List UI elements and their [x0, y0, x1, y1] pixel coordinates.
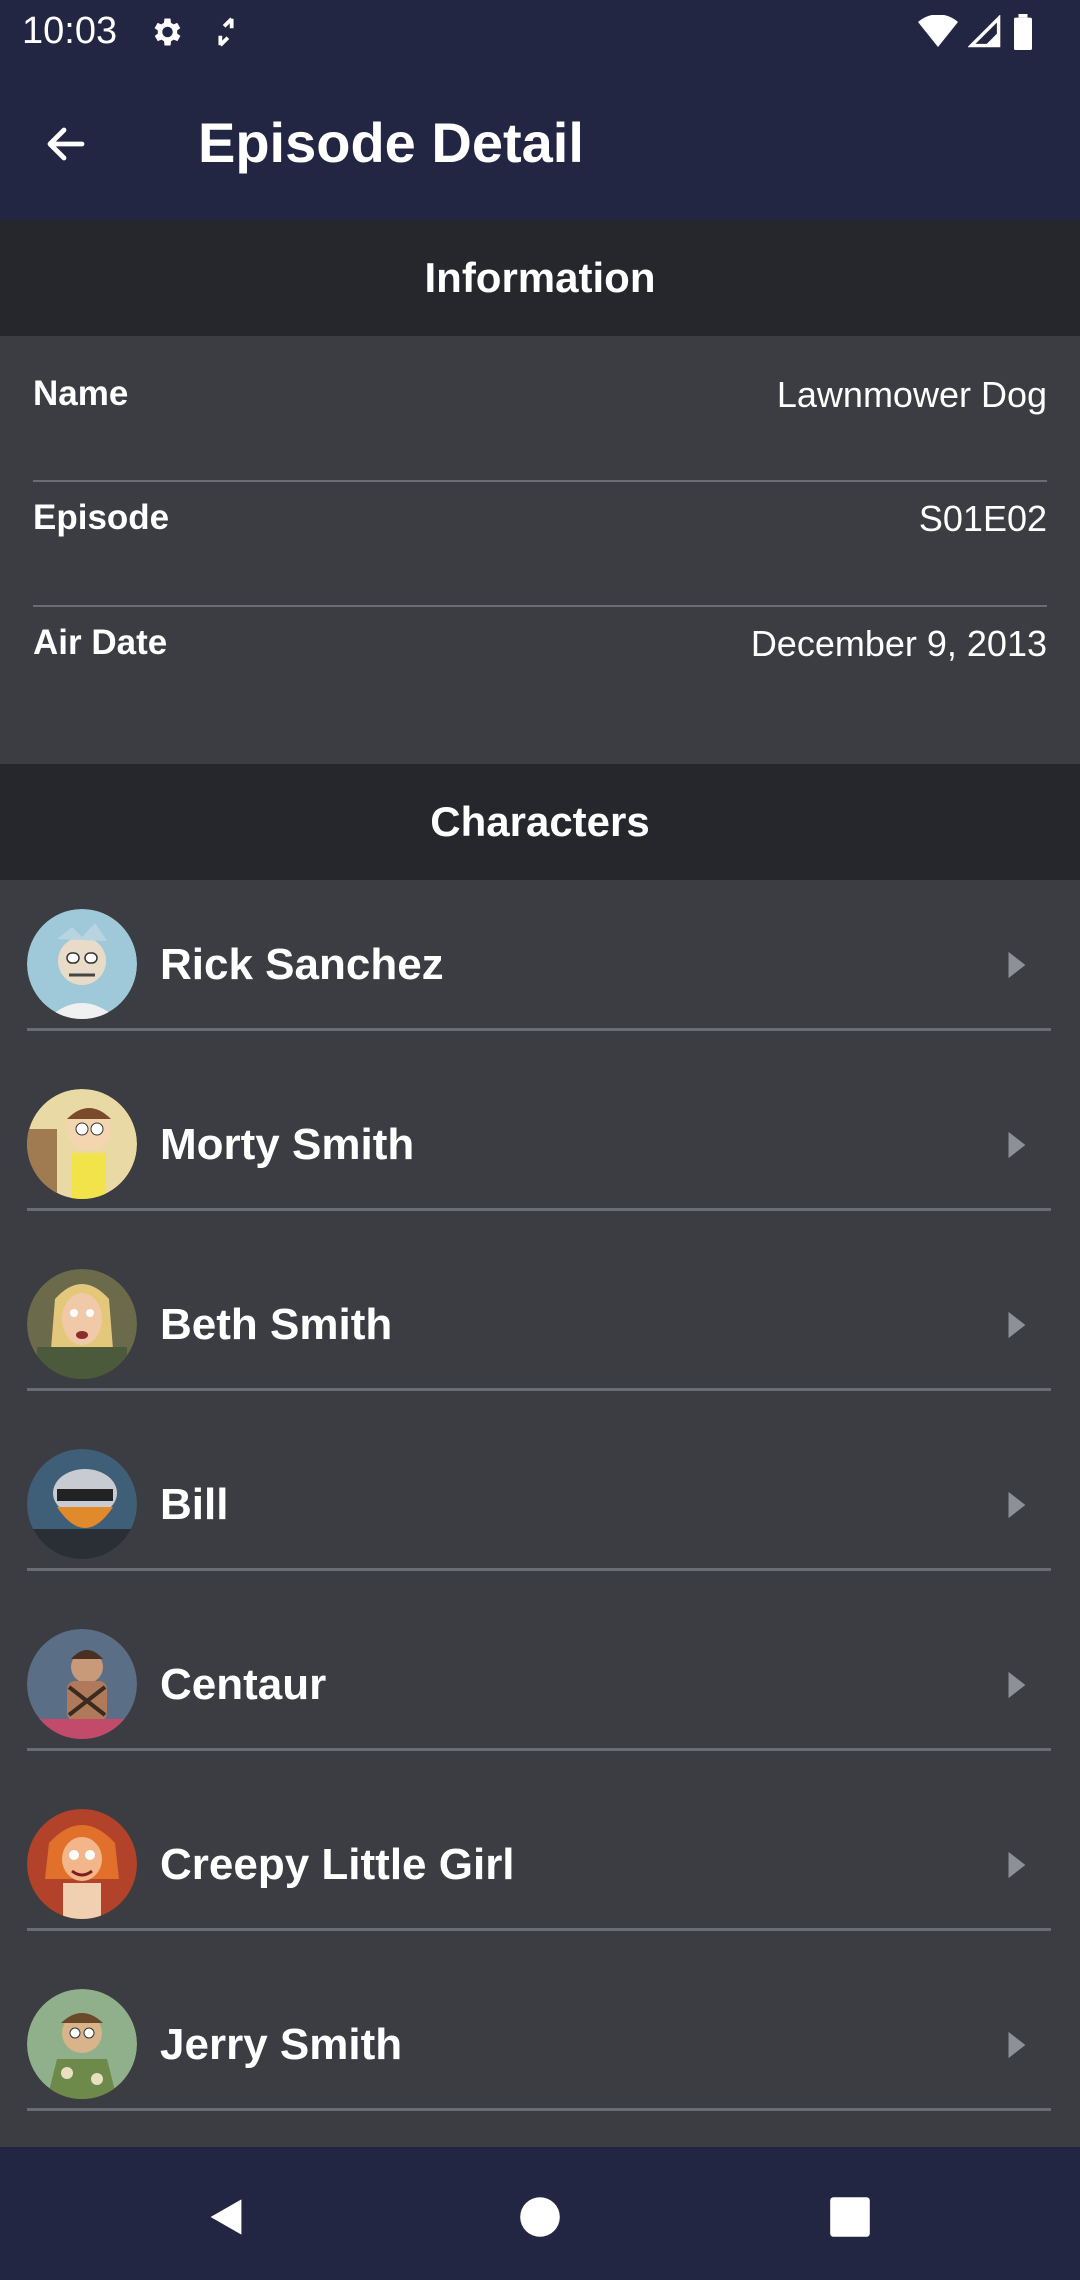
list-divider — [27, 2108, 1051, 2111]
battery-icon — [1014, 14, 1032, 50]
avatar — [27, 1809, 137, 1919]
avatar — [27, 909, 137, 1019]
character-name: Morty Smith — [160, 1120, 415, 1169]
back-triangle-icon — [210, 2199, 242, 2235]
character-row-morty-smith[interactable]: Morty Smith — [0, 1060, 1080, 1240]
character-row-rick-sanchez[interactable]: Rick Sanchez — [0, 880, 1080, 1060]
info-value-air-date: December 9, 2013 — [750, 623, 1047, 664]
recents-square-icon — [830, 2197, 870, 2237]
status-right-icons — [918, 14, 1034, 50]
chevron-right-icon — [1008, 1671, 1026, 1699]
character-name: Creepy Little Girl — [160, 1840, 515, 1889]
signal-icon — [968, 15, 1001, 48]
status-left-icons — [148, 14, 240, 50]
avatar — [27, 1989, 137, 2099]
chevron-right-icon — [1008, 1851, 1026, 1879]
nav-home-button[interactable] — [500, 2177, 580, 2257]
information-header: Information — [0, 220, 1080, 336]
character-row-centaur[interactable]: Centaur — [0, 1600, 1080, 1780]
avatar — [27, 1089, 137, 1199]
list-divider — [27, 1928, 1051, 1931]
chevron-right-icon — [1008, 951, 1026, 979]
page-title: Episode Detail — [198, 111, 584, 174]
character-row-bill[interactable]: Bill — [0, 1420, 1080, 1600]
character-name: Rick Sanchez — [160, 940, 444, 989]
list-divider — [27, 1208, 1051, 1211]
info-value-episode: S01E02 — [918, 498, 1047, 539]
info-row-episode: Episode S01E02 — [33, 460, 1047, 584]
characters-header: Characters — [0, 764, 1080, 880]
info-label-air-date: Air Date — [33, 623, 168, 662]
character-row-creepy-little-girl[interactable]: Creepy Little Girl — [0, 1780, 1080, 1960]
back-button[interactable] — [30, 108, 102, 180]
character-name: Bill — [160, 1480, 229, 1529]
information-section: Name Lawnmower Dog Episode S01E02 Air Da… — [0, 336, 1080, 764]
info-row-air-date: Air Date December 9, 2013 — [33, 585, 1047, 709]
info-row-name: Name Lawnmower Dog — [33, 336, 1047, 460]
nav-back-button[interactable] — [186, 2177, 266, 2257]
chevron-right-icon — [1008, 1311, 1026, 1339]
info-value-name: Lawnmower Dog — [776, 374, 1047, 415]
avatar — [27, 1629, 137, 1739]
info-label-name: Name — [33, 374, 129, 413]
character-name: Jerry Smith — [160, 2020, 403, 2069]
nav-recents-button[interactable] — [810, 2177, 890, 2257]
chevron-right-icon — [1008, 1131, 1026, 1159]
system-nav-bar — [0, 2147, 1080, 2280]
chevron-right-icon — [1008, 2031, 1026, 2059]
status-bar: 10:03 — [0, 0, 1080, 66]
status-time: 10:03 — [22, 10, 118, 52]
wifi-icon — [918, 15, 958, 47]
avatar — [27, 1449, 137, 1559]
character-row-jerry-smith[interactable]: Jerry Smith — [0, 1960, 1080, 2140]
list-divider — [27, 1568, 1051, 1571]
sync-icon — [218, 17, 234, 47]
home-circle-icon — [520, 2197, 560, 2237]
avatar — [27, 1269, 137, 1379]
character-row-beth-smith[interactable]: Beth Smith — [0, 1240, 1080, 1420]
character-name: Beth Smith — [160, 1300, 393, 1349]
list-divider — [27, 1028, 1051, 1031]
arrow-back-icon — [47, 127, 85, 161]
app-bar: Episode Detail — [0, 66, 1080, 220]
gear-icon — [154, 18, 181, 46]
list-divider — [27, 1748, 1051, 1751]
info-label-episode: Episode — [33, 498, 170, 537]
chevron-right-icon — [1008, 1491, 1026, 1519]
character-name: Centaur — [160, 1660, 327, 1709]
list-divider — [27, 1388, 1051, 1391]
